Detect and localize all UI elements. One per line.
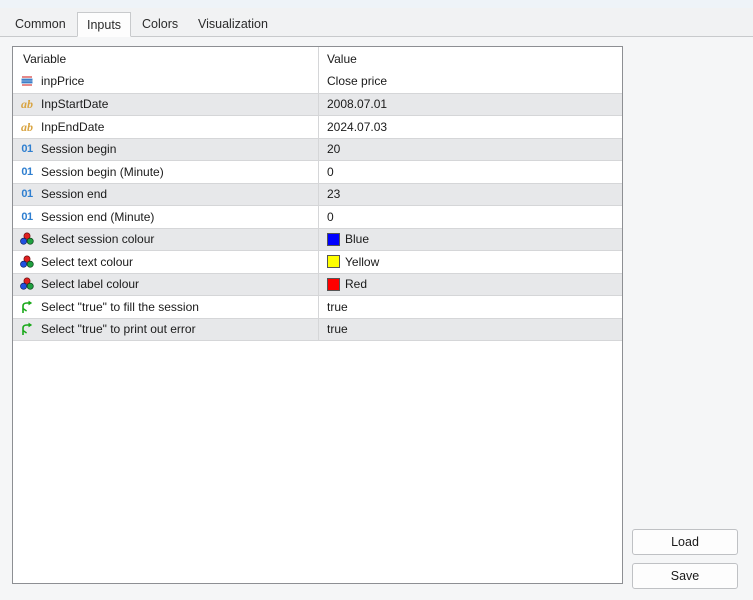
variable-label: InpStartDate xyxy=(41,97,109,112)
window-top-strip xyxy=(0,0,753,8)
variable-label: Select session colour xyxy=(41,232,155,247)
variable-cell[interactable]: 01 Session begin (Minute) xyxy=(13,161,319,183)
table-row[interactable]: inpPrice Close price xyxy=(13,70,622,93)
value-label: 2024.07.03 xyxy=(327,119,388,134)
column-header-variable[interactable]: Variable xyxy=(13,47,319,70)
price-type-icon xyxy=(19,73,35,89)
integer-01-icon: 01 xyxy=(21,210,33,223)
table-row[interactable]: Select label colour Red xyxy=(13,272,622,296)
variable-cell[interactable]: Select label colour xyxy=(13,273,319,295)
value-label: 0 xyxy=(327,209,334,224)
string-ab-icon: ab xyxy=(21,97,33,112)
variable-label: Session begin xyxy=(41,142,117,157)
tab-common[interactable]: Common xyxy=(6,13,75,37)
integer-01-icon: 01 xyxy=(21,165,33,178)
table-empty-value-column xyxy=(319,341,622,572)
bool-branch-icon xyxy=(19,299,35,315)
color-circles-icon xyxy=(19,276,35,292)
integer-01-icon: 01 xyxy=(21,188,33,201)
value-label: 0 xyxy=(327,164,334,179)
integer-01-icon: 01 xyxy=(21,143,33,156)
variable-label: Select "true" to fill the session xyxy=(41,299,199,314)
variable-label: Select text colour xyxy=(41,254,134,269)
value-cell[interactable]: Close price xyxy=(319,70,622,93)
table-row[interactable]: 01 Session begin 20 xyxy=(13,137,622,161)
color-swatch xyxy=(327,277,340,291)
value-cell[interactable]: Blue xyxy=(319,229,622,251)
column-header-value[interactable]: Value xyxy=(319,47,622,70)
value-label: Blue xyxy=(345,232,370,247)
value-label: true xyxy=(327,299,348,314)
table-row[interactable]: Select "true" to fill the session true xyxy=(13,295,622,318)
value-label: Close price xyxy=(327,74,388,89)
variable-cell[interactable]: inpPrice xyxy=(13,70,319,93)
table-empty-area[interactable] xyxy=(13,340,622,572)
table-empty-variable-column xyxy=(13,341,319,572)
tab-visualization[interactable]: Visualization xyxy=(189,13,277,37)
color-swatch xyxy=(327,232,340,246)
variable-cell[interactable]: Select "true" to fill the session xyxy=(13,296,319,318)
value-cell[interactable]: Red xyxy=(319,274,622,296)
tab-colors[interactable]: Colors xyxy=(133,13,187,37)
column-header-value-label: Value xyxy=(327,51,357,66)
color-circles-icon xyxy=(19,254,35,270)
value-cell[interactable]: true xyxy=(319,296,622,318)
table-row[interactable]: ab InpEndDate 2024.07.03 xyxy=(13,115,622,138)
variable-cell[interactable]: Select session colour xyxy=(13,228,319,250)
variable-label: Session begin (Minute) xyxy=(41,164,164,179)
variable-label: Select "true" to print out error xyxy=(41,322,196,337)
table-row[interactable]: 01 Session end (Minute) 0 xyxy=(13,205,622,228)
table-row[interactable]: 01 Session end 23 xyxy=(13,182,622,206)
tab-inputs[interactable]: Inputs xyxy=(77,12,132,37)
variable-label: Session end xyxy=(41,187,108,202)
variable-label: Select label colour xyxy=(41,277,140,292)
variable-cell[interactable]: ab InpStartDate xyxy=(13,93,319,115)
color-swatch xyxy=(327,255,340,269)
variable-cell[interactable]: 01 Session begin xyxy=(13,138,319,160)
value-cell[interactable]: 2008.07.01 xyxy=(319,94,622,116)
column-header-variable-label: Variable xyxy=(23,51,67,66)
variable-cell[interactable]: Select "true" to print out error xyxy=(13,318,319,340)
variable-cell[interactable]: Select text colour xyxy=(13,251,319,273)
variable-label: Session end (Minute) xyxy=(41,209,155,224)
parameters-table[interactable]: Variable Value inpPrice Close price ab InpSta… xyxy=(12,46,623,584)
value-cell[interactable]: 2024.07.03 xyxy=(319,116,622,138)
table-row[interactable]: Select session colour Blue xyxy=(13,227,622,251)
table-header-row: Variable Value xyxy=(13,47,622,70)
save-button[interactable]: Save xyxy=(632,563,738,589)
value-label: true xyxy=(327,322,348,337)
value-cell[interactable]: 0 xyxy=(319,206,622,228)
value-cell[interactable]: 0 xyxy=(319,161,622,183)
table-row[interactable]: ab InpStartDate 2008.07.01 xyxy=(13,92,622,116)
tab-bar: Common Inputs Colors Visualization xyxy=(0,8,753,37)
variable-cell[interactable]: 01 Session end (Minute) xyxy=(13,206,319,228)
bool-branch-icon xyxy=(19,321,35,337)
variable-label: inpPrice xyxy=(41,74,85,89)
table-row[interactable]: 01 Session begin (Minute) 0 xyxy=(13,160,622,183)
table-row[interactable]: Select text colour Yellow xyxy=(13,250,622,273)
variable-cell[interactable]: 01 Session end xyxy=(13,183,319,205)
value-cell[interactable]: true xyxy=(319,319,622,341)
variable-label: InpEndDate xyxy=(41,119,105,134)
value-cell[interactable]: 20 xyxy=(319,139,622,161)
value-label: Yellow xyxy=(345,254,380,269)
load-button[interactable]: Load xyxy=(632,529,738,555)
value-cell[interactable]: 23 xyxy=(319,184,622,206)
value-label: 2008.07.01 xyxy=(327,97,388,112)
value-label: 20 xyxy=(327,142,341,157)
string-ab-icon: ab xyxy=(21,119,33,134)
value-cell[interactable]: Yellow xyxy=(319,251,622,273)
table-row[interactable]: Select "true" to print out error true xyxy=(13,317,622,341)
variable-cell[interactable]: ab InpEndDate xyxy=(13,116,319,138)
color-circles-icon xyxy=(19,231,35,247)
value-label: Red xyxy=(345,277,368,292)
value-label: 23 xyxy=(327,187,341,202)
